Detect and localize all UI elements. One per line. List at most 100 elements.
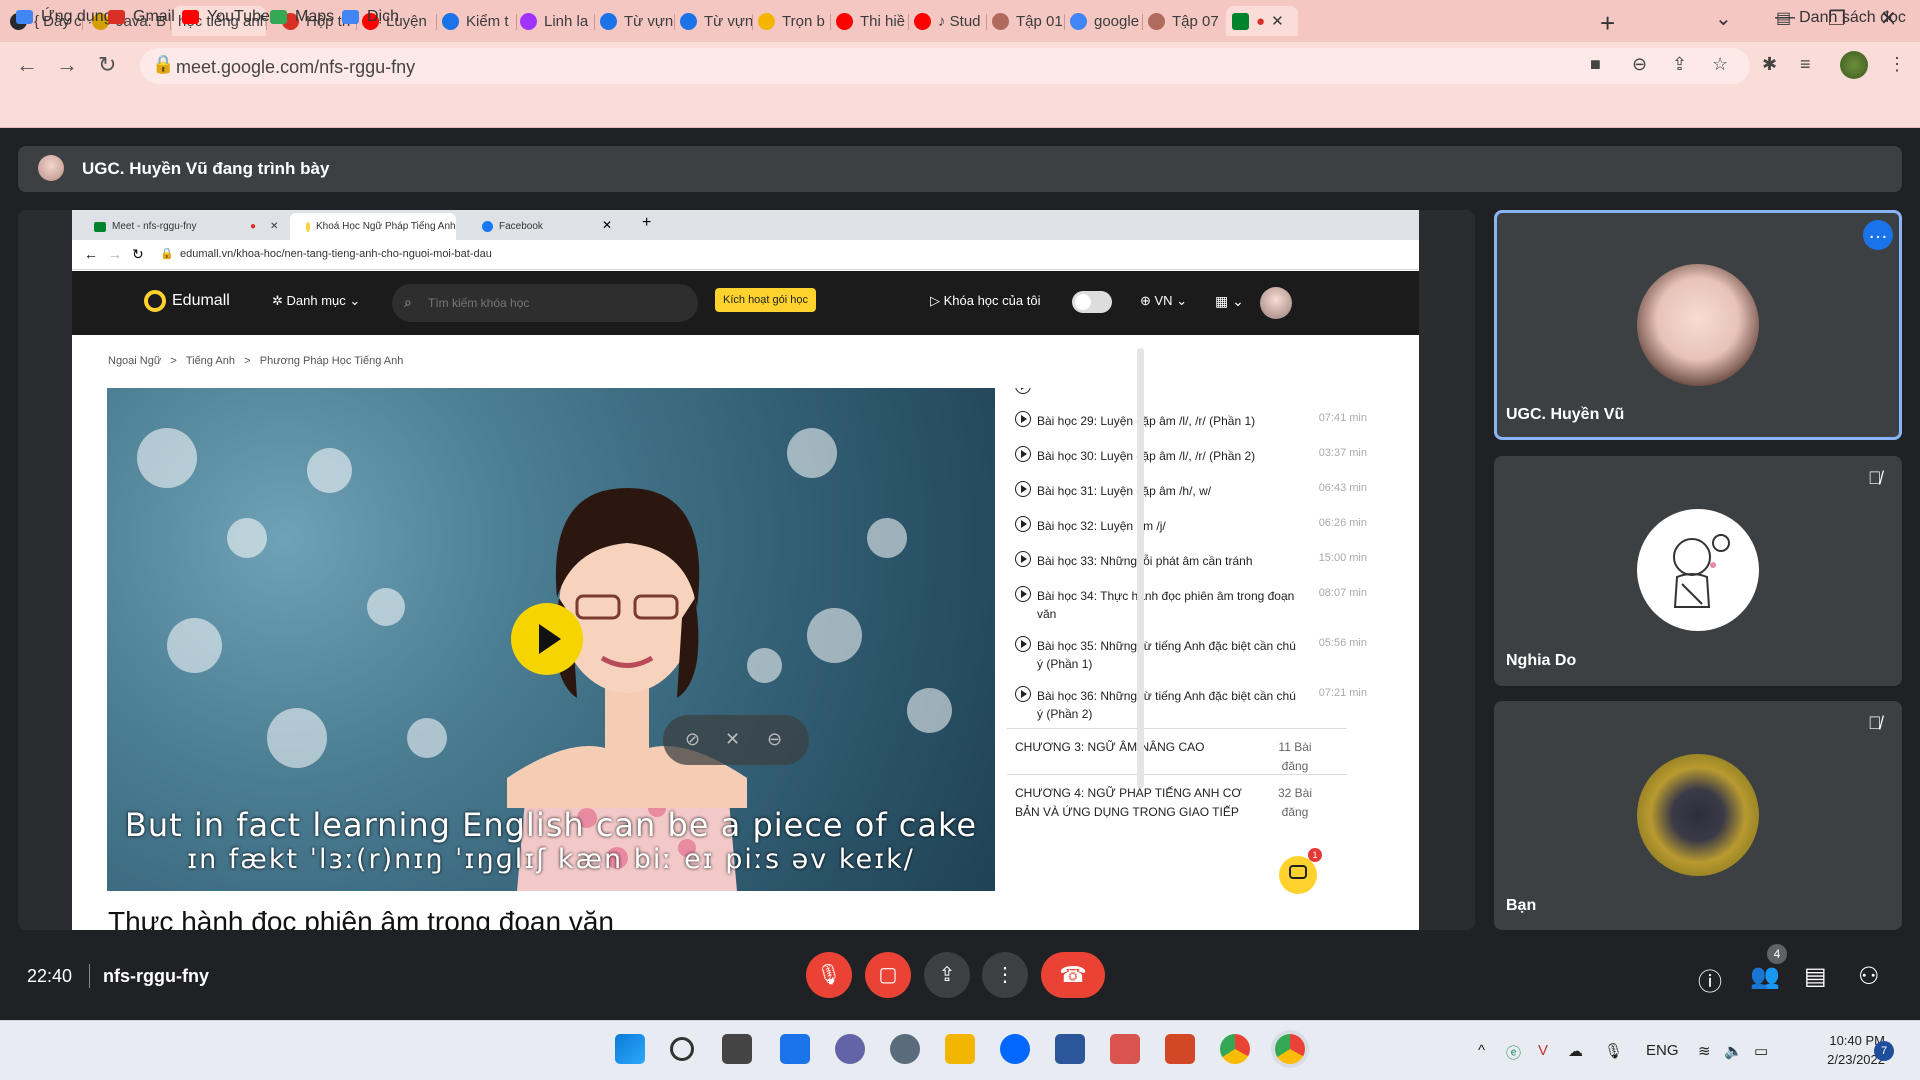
tab-label: Linh la xyxy=(544,12,589,30)
widgets-icon[interactable] xyxy=(780,1034,810,1064)
people-icon[interactable]: 👥 xyxy=(1750,962,1780,991)
participant-avatar xyxy=(1637,509,1759,631)
teams-chat-icon[interactable] xyxy=(835,1034,865,1064)
back-icon[interactable]: ← xyxy=(16,52,38,78)
extensions-icon[interactable]: ✱ xyxy=(1762,54,1777,75)
youtube-icon xyxy=(182,10,199,24)
profile-avatar[interactable] xyxy=(1840,51,1868,79)
present-screen-button[interactable]: ⇪ xyxy=(924,952,970,998)
tab-label: Tập 01 xyxy=(1016,12,1063,30)
chrome-profile-icon[interactable] xyxy=(1275,1034,1305,1064)
edumall-logo-icon xyxy=(144,290,166,312)
chrome-icon[interactable] xyxy=(1220,1034,1250,1064)
site-user-avatar xyxy=(1260,287,1292,319)
globe-icon: ⊕ xyxy=(1140,293,1155,308)
cartoon-avatar-icon xyxy=(1673,534,1730,608)
tab-search-icon[interactable]: ⌄ xyxy=(1715,6,1732,31)
camera-icon[interactable]: ■ xyxy=(1590,54,1601,75)
search-icon[interactable] xyxy=(670,1037,694,1061)
translate-icon xyxy=(342,10,359,24)
browser-tab[interactable]: Thi hiề xyxy=(830,6,908,36)
browser-tab[interactable]: Tập 07 xyxy=(1142,6,1220,36)
wifi-icon[interactable]: ≋ xyxy=(1698,1042,1711,1060)
url-text[interactable]: meet.google.com/nfs-rggu-fny xyxy=(176,57,415,78)
chat-icon[interactable]: ▤ xyxy=(1804,962,1827,991)
lesson-item: Bài học 36: Những từ tiếng Anh đặc biệt … xyxy=(1007,685,1367,725)
clock-time: 10:40 PM xyxy=(1829,1033,1885,1048)
play-circle-icon xyxy=(1015,551,1031,567)
camera-toggle-button[interactable]: ▢ xyxy=(865,952,911,998)
lock-icon[interactable]: 🔒 xyxy=(152,54,174,75)
browser-tab[interactable]: ♪ Stud xyxy=(908,6,986,36)
chapter-count: 32 Bài đăng xyxy=(1277,786,1313,819)
browser-tab[interactable]: Từ vựn xyxy=(674,6,752,36)
play-button xyxy=(511,603,583,675)
bookmark-star-icon[interactable]: ☆ xyxy=(1712,54,1728,75)
reload-icon[interactable]: ↻ xyxy=(98,52,116,78)
chevron-up-icon[interactable]: ^ xyxy=(1478,1042,1485,1059)
breadcrumb-item: Phương Pháp Học Tiếng Anh xyxy=(259,355,404,367)
theme-toggle xyxy=(1072,291,1112,313)
zalo-icon[interactable] xyxy=(1000,1034,1030,1064)
end-call-button[interactable]: ☎ xyxy=(1041,952,1105,998)
more-options-button[interactable]: ⋮ xyxy=(982,952,1028,998)
bookmark-label: Maps xyxy=(295,8,335,25)
lesson-title: Bài học 36: Những từ tiếng Anh đặc biệt … xyxy=(1037,689,1296,721)
file-explorer-icon[interactable] xyxy=(945,1034,975,1064)
word-icon[interactable] xyxy=(1055,1034,1085,1064)
bookmark-label: Ứng dụng xyxy=(41,8,113,25)
bookmark-dch[interactable]: Dịch xyxy=(342,8,399,26)
edge-tray-icon[interactable]: ⓔ xyxy=(1506,1042,1521,1063)
breadcrumb-item: Ngoại Ngữ xyxy=(108,355,162,367)
taskbar-clock[interactable]: 10:40 PM 2/23/2022 xyxy=(1795,1031,1885,1069)
mic-off-icon: 🎙̸ xyxy=(1868,468,1882,488)
share-icon[interactable]: ⇪ xyxy=(1672,54,1687,75)
browser-tab[interactable]: Kiểm t xyxy=(436,6,516,36)
settings-icon[interactable] xyxy=(890,1034,920,1064)
meeting-info-icon[interactable]: ⓘ xyxy=(1698,962,1722,997)
v-tray-icon[interactable]: V xyxy=(1538,1042,1548,1059)
browser-tab[interactable]: Linh la xyxy=(514,6,594,36)
more-options-icon[interactable]: … xyxy=(1863,220,1893,250)
zoom-icon[interactable]: ⊖ xyxy=(1632,54,1647,75)
new-tab-button[interactable]: + xyxy=(1600,8,1615,39)
lesson-title: Thực hành đọc phiên âm trong đoạn văn xyxy=(108,906,614,930)
browser-tab[interactable]: Tập 01 xyxy=(986,6,1064,36)
browser-tab[interactable]: Từ vựn xyxy=(594,6,674,36)
menu-kebab-icon[interactable]: ⋮ xyxy=(1888,54,1906,75)
browser-tab[interactable]: Trọn b xyxy=(752,6,830,36)
browser-tab-meet[interactable]: ● ✕ xyxy=(1226,6,1298,36)
notification-badge[interactable]: 7 xyxy=(1874,1041,1894,1061)
battery-icon[interactable]: ▭ xyxy=(1754,1042,1768,1060)
mic-toggle-button[interactable]: 🎙 xyxy=(806,952,852,998)
lesson-title: Bài học 34: Thực hành đọc phiên âm trong… xyxy=(1037,589,1295,621)
language-indicator[interactable]: ENG xyxy=(1646,1042,1679,1059)
volume-icon[interactable]: 🔈 xyxy=(1724,1042,1743,1060)
bookmark-maps[interactable]: Maps xyxy=(270,8,334,26)
chapter-item: CHƯƠNG 3: NGỮ ÂM NÂNG CAO 11 Bài đăng xyxy=(1015,738,1355,778)
presenter-text: UGC. Huyền Vũ đang trình bày xyxy=(82,159,330,178)
cloud-icon[interactable]: ☁ xyxy=(1568,1042,1583,1060)
forward-icon[interactable]: → xyxy=(56,52,78,78)
tab-label: Từ vựn xyxy=(624,12,674,30)
snipping-tool-icon[interactable] xyxy=(1110,1034,1140,1064)
bookmark-ngdng[interactable]: Ứng dụng xyxy=(16,8,113,26)
lock-icon: 🔒 xyxy=(160,248,174,260)
play-circle-icon xyxy=(1015,686,1031,702)
microphone-icon[interactable]: 🎙 xyxy=(1604,1042,1623,1060)
browser-tab[interactable]: google xyxy=(1064,6,1142,36)
lesson-title: Bài học 29: Luyện cặp âm /l/, /r/ (Phần … xyxy=(1037,414,1256,428)
activities-icon[interactable]: ⚇ xyxy=(1858,962,1880,991)
task-view-icon[interactable] xyxy=(722,1034,752,1064)
tab-label: Tập 07 xyxy=(1172,12,1219,30)
media-control-icon[interactable]: ≡ xyxy=(1800,54,1811,75)
bookmark-youtube[interactable]: YouTube xyxy=(182,8,270,26)
bookmark-gmail[interactable]: Gmail xyxy=(108,8,175,26)
powerpoint-icon[interactable] xyxy=(1165,1034,1195,1064)
lesson-duration: 08:07 min xyxy=(1318,587,1367,599)
navigation-bar: ← → ↻ 🔒 meet.google.com/nfs-rggu-fny ■ ⊖… xyxy=(0,42,1920,90)
lesson-title: Bài học 33: Những lỗi phát âm cần tránh xyxy=(1037,554,1253,568)
start-icon[interactable] xyxy=(615,1034,645,1064)
reading-list-button[interactable]: ▤ Danh sách đọc xyxy=(1776,8,1906,28)
lesson-title: Bài học 31: Luyện cặp âm /h/, w/ xyxy=(1037,484,1212,498)
